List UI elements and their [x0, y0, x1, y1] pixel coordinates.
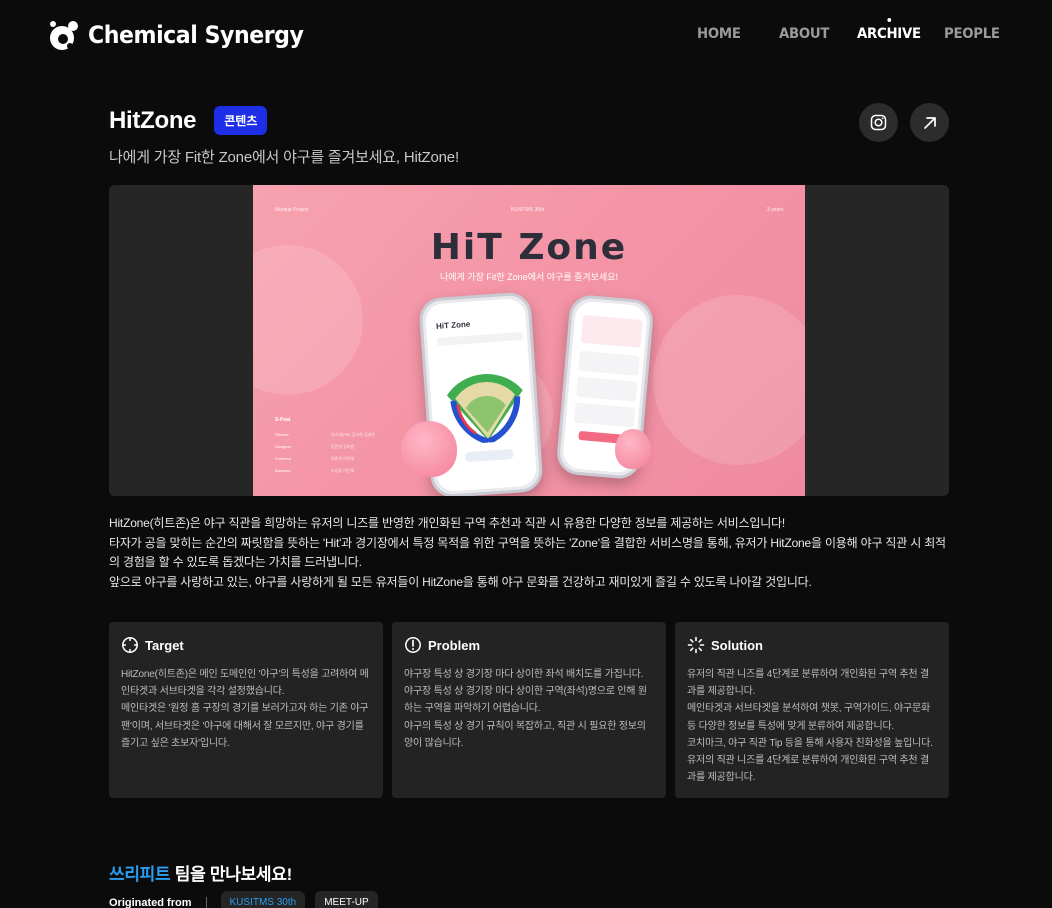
- credit-names: 김민영 김지원: [331, 444, 355, 449]
- card-line: 코치마크, 야구 직관 Tip 등을 통해 사용자 친화성을 높입니다.: [687, 737, 933, 749]
- poster-label-center: KUSITMS 30th: [511, 207, 545, 213]
- phone-list-item: [578, 350, 640, 376]
- credit-role: Designer: [275, 444, 292, 449]
- project-subtitle: 나에게 가장 Fit한 Zone에서 야구를 즐겨보세요, HitZone!: [109, 149, 459, 166]
- tag-meetup[interactable]: MEET-UP: [315, 891, 378, 908]
- stadium-map-icon: [446, 374, 523, 445]
- poster-credit-row: Backend 조성훈 이은채: [275, 468, 354, 473]
- credit-names: 이소연(PM) 김서현 김세은: [331, 432, 376, 437]
- active-indicator-dot: [886, 18, 891, 22]
- page-title: HitZone: [109, 106, 197, 134]
- alert-circle-icon: [404, 636, 422, 654]
- origin-label: Originated from: [109, 896, 192, 908]
- divider: [205, 896, 207, 908]
- poster-label-left: Meetup Project: [275, 207, 309, 213]
- credit-names: 이준혁 이민재: [331, 456, 355, 461]
- description-line: HitZone(히트존)은 야구 직관을 희망하는 유저의 니즈를 반영한 개인…: [109, 516, 786, 530]
- baseball-decoration: [653, 295, 805, 465]
- card-line: 야구의 특성 상 경기 규칙이 복잡하고, 직관 시 필요한 정보의 양이 많습…: [404, 720, 646, 749]
- team-section-title: 쓰리피트 팀을 만나보세요!: [109, 860, 292, 885]
- description-line: 앞으로 야구를 사랑하고 있는, 야구를 사랑하게 될 모든 유저들이 HitZ…: [109, 574, 812, 589]
- phone-list-item: [576, 376, 638, 402]
- credit-names: 조성훈 이은채: [331, 468, 355, 473]
- card-line: 메인타겟은 '원정 홈 구장의 경기를 보러가고자 하는 기존 야구팬'이며, …: [121, 703, 369, 749]
- nav-archive-label: ARCHIVE: [857, 26, 921, 42]
- card-title: Problem: [428, 637, 481, 653]
- card-line: 야구장 특성 상 경기장 마다 상이한 좌석 배치도를 가집니다.: [404, 669, 644, 680]
- mascot-left: [401, 421, 457, 477]
- phone-button: [464, 448, 514, 463]
- poster-tagline: 나에게 가장 Fit한 Zone에서 야구를 즐겨보세요!: [440, 272, 618, 282]
- card-line: 유저의 직관 니즈를 4단계로 분류하여 개인화된 구역 추천 결과를 제공합니…: [687, 755, 929, 784]
- poster-credit-row: Designer 김민영 김지원: [275, 444, 354, 449]
- credit-role: Frontend: [275, 456, 292, 461]
- nav-people[interactable]: PEOPLE: [944, 26, 1000, 42]
- poster-team-name: S-Peat: [275, 417, 291, 423]
- card-line: HitZone(히트존)은 메인 도메인인 '야구'의 특성을 고려하여 메인타…: [121, 669, 369, 698]
- site-header: Chemical Synergy HOME ABOUT ARCHIVE PEOP…: [0, 0, 1052, 72]
- phone-result-card: [580, 314, 643, 348]
- card-body: 유저의 직관 니즈를 4단계로 분류하여 개인화된 구역 추천 결과를 제공합니…: [687, 666, 937, 786]
- tag-kusitms[interactable]: KUSITMS 30th: [220, 891, 306, 908]
- nav-about[interactable]: ABOUT: [779, 26, 829, 42]
- card-line: 야구장 특성 상 경기장 마다 상이한 구역(좌석)명으로 인해 원하는 구역을…: [404, 686, 647, 715]
- arrow-up-right-icon: [923, 116, 936, 129]
- card-line: 메인타겟과 서브타겟을 분석하여 챗봇, 구역가이드, 야구문화 등 다양한 정…: [687, 703, 931, 732]
- nav-archive[interactable]: ARCHIVE: [857, 18, 921, 42]
- team-name[interactable]: 쓰리피트: [109, 865, 171, 884]
- hero-image: Meetup Project KUSITMS 30th 3 years HiT …: [109, 185, 949, 496]
- target-card: Target HitZone(히트존)은 메인 도메인인 '야구'의 특성을 고…: [109, 622, 383, 798]
- project-poster: Meetup Project KUSITMS 30th 3 years HiT …: [253, 185, 805, 496]
- project-title-row: HitZone 콘텐츠: [109, 106, 268, 135]
- card-body: 야구장 특성 상 경기장 마다 상이한 좌석 배치도를 가집니다. 야구장 특성…: [404, 666, 654, 752]
- poster-credit-row: Frontend 이준혁 이민재: [275, 456, 354, 461]
- origin-row: Originated from KUSITMS 30th MEET-UP: [109, 891, 378, 908]
- project-description: HitZone(히트존)은 야구 직관을 희망하는 유저의 니즈를 반영한 개인…: [109, 514, 949, 592]
- credit-role: Planner: [275, 432, 289, 437]
- team-title-suffix: 팀을 만나보세요!: [170, 865, 292, 884]
- card-body: HitZone(히트존)은 메인 도메인인 '야구'의 특성을 고려하여 메인타…: [121, 666, 371, 752]
- poster-credit-row: Planner 이소연(PM) 김서현 김세은: [275, 432, 375, 437]
- nav-home[interactable]: HOME: [697, 26, 741, 42]
- external-link-button[interactable]: [910, 103, 949, 142]
- description-line: 타자가 공을 맞히는 순간의 짜릿함을 뜻하는 'Hit'과 경기장에서 특정 …: [109, 535, 946, 570]
- card-title: Solution: [711, 637, 763, 653]
- poster-label-right: 3 years: [767, 207, 784, 213]
- main-nav: HOME ABOUT ARCHIVE PEOPLE: [0, 18, 1052, 46]
- mascot-right: [615, 429, 651, 469]
- card-title: Target: [145, 637, 184, 653]
- target-icon: [121, 636, 139, 654]
- instagram-icon: [870, 114, 887, 131]
- poster-brand: HiT Zone: [430, 227, 628, 268]
- problem-card: Problem 야구장 특성 상 경기장 마다 상이한 좌석 배치도를 가집니다…: [392, 622, 666, 798]
- card-line: 유저의 직관 니즈를 4단계로 분류하여 개인화된 구역 추천 결과를 제공합니…: [687, 669, 929, 698]
- phone-app-logo: HiT Zone: [435, 319, 471, 331]
- category-badge: 콘텐츠: [214, 106, 268, 135]
- phone-search-bar: [436, 331, 524, 346]
- credit-role: Backend: [275, 468, 291, 473]
- phone-list-item: [573, 402, 636, 428]
- loader-icon: [687, 636, 705, 654]
- instagram-button[interactable]: [859, 103, 898, 142]
- solution-card: Solution 유저의 직관 니즈를 4단계로 분류하여 개인화된 구역 추천…: [675, 622, 949, 798]
